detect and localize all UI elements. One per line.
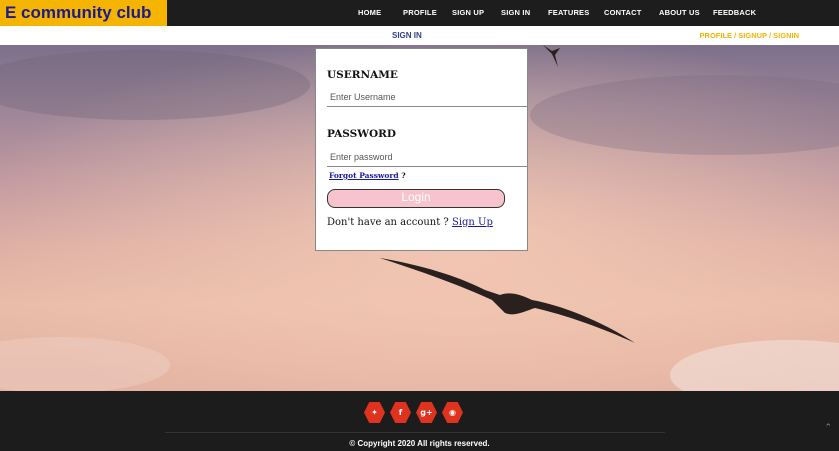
google-plus-icon[interactable]: g+ (416, 402, 437, 423)
signup-link[interactable]: Sign Up (452, 217, 493, 228)
forgot-password-link[interactable]: Forgot Password (329, 171, 399, 180)
footer: ✦ f g+ ◉ © Copyright 2020 All rights res… (0, 391, 839, 451)
username-input[interactable] (327, 87, 527, 107)
nav-feedback[interactable]: FEEDBACK (713, 0, 756, 26)
top-navbar: E community club HOME PROFILE SIGN UP SI… (0, 0, 839, 26)
nav-sign-up[interactable]: SIGN UP (452, 0, 484, 26)
password-input[interactable] (327, 147, 527, 167)
brand-logo[interactable]: E community club (0, 0, 167, 26)
twitter-icon[interactable]: ✦ (364, 402, 385, 423)
footer-divider (165, 432, 665, 433)
page-subheader: SIGN IN PROFILE / SIGNUP / SIGNIN (0, 26, 839, 45)
breadcrumb: PROFILE / SIGNUP / SIGNIN (699, 31, 799, 40)
password-label: PASSWORD (327, 128, 396, 140)
nav-about-us[interactable]: ABOUT US (659, 0, 700, 26)
pinterest-icon[interactable]: ◉ (442, 402, 463, 423)
nav-features[interactable]: FEATURES (548, 0, 589, 26)
login-button[interactable]: Login (327, 189, 505, 208)
signup-prompt: Don't have an account ? Sign Up (327, 217, 493, 228)
nav-profile[interactable]: PROFILE (403, 0, 437, 26)
forgot-password-suffix: ? (398, 171, 406, 180)
copyright-text: © Copyright 2020 All rights reserved. (349, 439, 490, 448)
nav-home[interactable]: HOME (358, 0, 381, 26)
login-form: USERNAME PASSWORD Forgot Password ? Logi… (315, 48, 528, 251)
page-title: SIGN IN (392, 31, 422, 40)
forgot-password: Forgot Password ? (329, 171, 406, 180)
facebook-icon[interactable]: f (390, 402, 411, 423)
nav-sign-in[interactable]: SIGN IN (501, 0, 530, 26)
no-account-text: Don't have an account ? (327, 217, 449, 228)
scroll-top-icon[interactable]: ⌃ (824, 423, 832, 433)
nav-contact[interactable]: CONTACT (604, 0, 642, 26)
username-label: USERNAME (327, 69, 398, 81)
